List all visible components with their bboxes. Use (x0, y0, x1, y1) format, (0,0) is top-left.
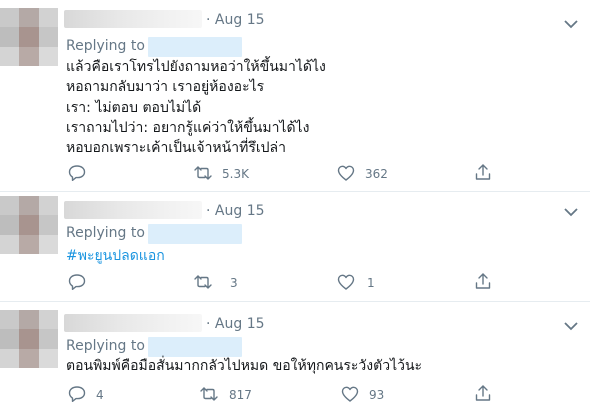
tweet-text-line: หอถามกลับมาว่า เราอยู่ห้องอะไร (66, 79, 265, 95)
tweet-2[interactable]: · Aug 15 Replying to #พะยูนปลดแอก 3 1 (0, 192, 590, 302)
retweet-icon[interactable] (193, 163, 213, 183)
replying-to-handle-redacted[interactable] (148, 337, 242, 357)
retweet-count: 3 (230, 276, 238, 290)
reply-icon[interactable] (67, 384, 87, 404)
tweet-text-line: แล้วคือเราโทรไปยังถามหอว่าให้ขึ้นมาได้ไง (66, 59, 326, 75)
replying-to-handle-redacted[interactable] (148, 224, 242, 244)
replying-to-label: Replying to (66, 225, 145, 241)
replying-to-label: Replying to (66, 38, 145, 54)
like-count: 93 (369, 388, 385, 402)
heart-icon[interactable] (336, 272, 356, 292)
retweet-count: 817 (229, 388, 252, 402)
avatar[interactable] (0, 8, 58, 66)
replying-to-handle-redacted[interactable] (148, 37, 242, 57)
avatar[interactable] (0, 196, 58, 254)
reply-icon[interactable] (67, 163, 87, 183)
reply-count: 4 (96, 388, 104, 402)
retweet-icon[interactable] (193, 272, 213, 292)
replying-to-label: Replying to (66, 338, 145, 354)
chevron-down-icon[interactable] (562, 319, 580, 333)
hashtag-link[interactable]: #พะยูนปลดแอก (66, 245, 165, 267)
author-name-redacted[interactable] (64, 314, 202, 332)
retweet-icon[interactable] (199, 384, 219, 404)
share-icon[interactable] (473, 162, 493, 182)
tweet-text-line: หอบอกเพราะเค้าเป็นเจ้าหน้าที่รึเปล่า (66, 140, 286, 156)
share-icon[interactable] (473, 383, 493, 403)
tweet-date[interactable]: · Aug 15 (206, 203, 265, 219)
heart-icon[interactable] (336, 163, 356, 183)
tweet-1[interactable]: · Aug 15 Replying to แล้วคือเราโทรไปยังถ… (0, 0, 590, 192)
share-icon[interactable] (473, 271, 493, 291)
tweet-text-line: เรา: ไม่ตอบ ตอบไม่ได้ (66, 100, 202, 116)
tweet-text: ตอนพิมพ์คือมือสั่นมากกลัวไปหมด ขอให้ทุกค… (66, 358, 423, 374)
tweet-date[interactable]: · Aug 15 (206, 12, 265, 28)
like-count: 362 (365, 167, 388, 181)
chevron-down-icon[interactable] (562, 205, 580, 219)
like-count: 1 (367, 276, 375, 290)
retweet-count: 5.3K (222, 167, 249, 181)
avatar[interactable] (0, 310, 58, 368)
heart-icon[interactable] (340, 384, 360, 404)
author-name-redacted[interactable] (64, 201, 202, 219)
reply-icon[interactable] (67, 272, 87, 292)
author-name-redacted[interactable] (64, 10, 202, 28)
tweet-3[interactable]: · Aug 15 Replying to ตอนพิมพ์คือมือสั่นม… (0, 302, 590, 414)
chevron-down-icon[interactable] (562, 17, 580, 31)
tweet-date[interactable]: · Aug 15 (206, 316, 265, 332)
tweet-text-line: เราถามไปว่า: อยากรู้แค่ว่าให้ขึ้นมาได้ไง (66, 120, 310, 136)
